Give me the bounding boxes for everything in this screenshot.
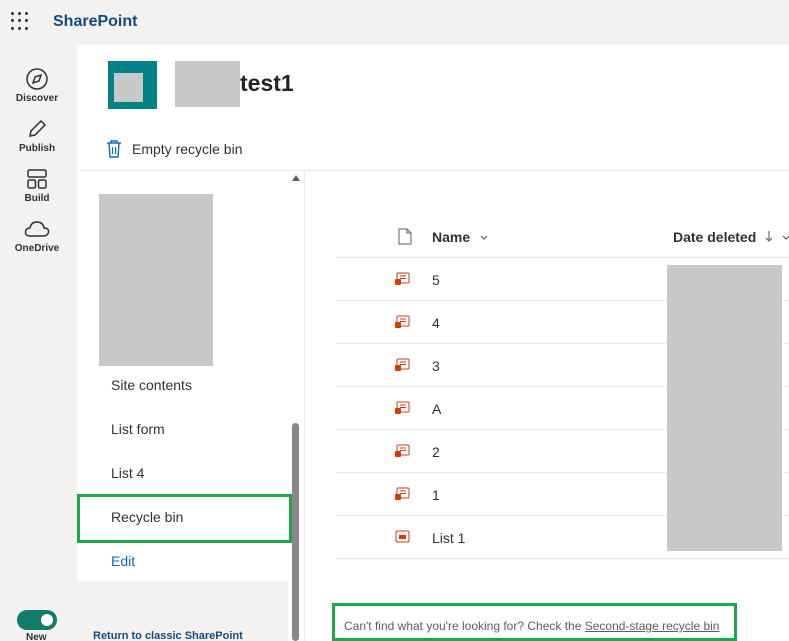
row-name[interactable]: 1 <box>432 487 440 503</box>
redacted-area <box>667 265 782 551</box>
app-launcher-icon[interactable] <box>11 12 29 30</box>
second-stage-recycle-bin-link[interactable]: Second-stage recycle bin <box>585 619 720 633</box>
appbar-label: Build <box>24 193 50 204</box>
suite-header: SharePoint <box>0 0 789 45</box>
left-navigation: Site contents List form List 4 Recycle b… <box>77 171 305 641</box>
column-header-name[interactable]: Name <box>432 229 489 245</box>
list-item-icon <box>395 272 410 285</box>
list-item-icon <box>395 444 410 457</box>
list-header: Name Date deleted <box>336 215 789 258</box>
pen-icon <box>29 119 47 137</box>
app-bar: Discover Publish Build OneDrive New <box>0 45 77 641</box>
nav-item-list-4[interactable]: List 4 <box>111 465 144 481</box>
column-date-deleted-label: Date deleted <box>673 229 757 245</box>
nav-scrollbar-thumb[interactable] <box>292 423 299 641</box>
column-name-label: Name <box>432 229 471 245</box>
row-name[interactable]: A <box>432 401 441 417</box>
column-header-date-deleted[interactable]: Date deleted <box>673 229 789 245</box>
row-name[interactable]: 3 <box>432 358 440 374</box>
new-label: New <box>26 632 47 641</box>
appbar-discover[interactable]: Discover <box>0 67 74 104</box>
nav-edit-link[interactable]: Edit <box>111 553 135 569</box>
scroll-up-arrow-icon[interactable] <box>292 175 300 181</box>
new-experience-toggle[interactable] <box>17 610 57 630</box>
appbar-build[interactable]: Build <box>0 167 74 204</box>
appbar-label: Discover <box>15 93 59 104</box>
recycle-bin-highlight <box>77 494 292 543</box>
list-item-icon <box>395 358 410 371</box>
redacted-area <box>99 194 213 366</box>
row-name[interactable]: 2 <box>432 444 440 460</box>
cloud-icon <box>24 221 50 237</box>
nav-item-site-contents[interactable]: Site contents <box>111 377 192 393</box>
return-to-classic-link[interactable]: Return to classic SharePoint <box>93 630 243 641</box>
row-name[interactable]: 5 <box>432 272 440 288</box>
list-item-icon <box>395 401 410 414</box>
row-name[interactable]: 4 <box>432 315 440 331</box>
file-type-icon <box>398 228 412 245</box>
chevron-down-icon <box>480 235 488 240</box>
nav-item-list-form[interactable]: List form <box>111 421 165 437</box>
appbar-onedrive[interactable]: OneDrive <box>0 217 74 254</box>
site-logo[interactable] <box>108 61 157 109</box>
list-icon <box>395 530 410 543</box>
appbar-label: Publish <box>18 143 56 154</box>
footer-message-text: Can't find what you're looking for? Chec… <box>344 619 585 633</box>
compass-icon <box>26 68 48 90</box>
brand-title[interactable]: SharePoint <box>53 13 137 31</box>
empty-recycle-bin-button[interactable]: Empty recycle bin <box>105 136 242 162</box>
second-stage-message: Can't find what you're looking for? Chec… <box>344 619 719 633</box>
redacted-area <box>175 61 240 107</box>
appbar-label: OneDrive <box>14 243 60 254</box>
nav-footer: Return to classic SharePoint <box>77 581 288 641</box>
appbar-publish[interactable]: Publish <box>0 117 74 154</box>
list-item-icon <box>395 315 410 328</box>
chevron-down-icon <box>782 235 789 240</box>
list-item-icon <box>395 487 410 500</box>
build-blocks-icon <box>27 169 47 189</box>
row-name[interactable]: List 1 <box>432 530 465 546</box>
empty-recycle-bin-label: Empty recycle bin <box>132 141 243 157</box>
arrow-down-icon <box>765 231 773 242</box>
trash-icon <box>107 140 121 158</box>
site-title[interactable]: test1 <box>240 70 294 97</box>
